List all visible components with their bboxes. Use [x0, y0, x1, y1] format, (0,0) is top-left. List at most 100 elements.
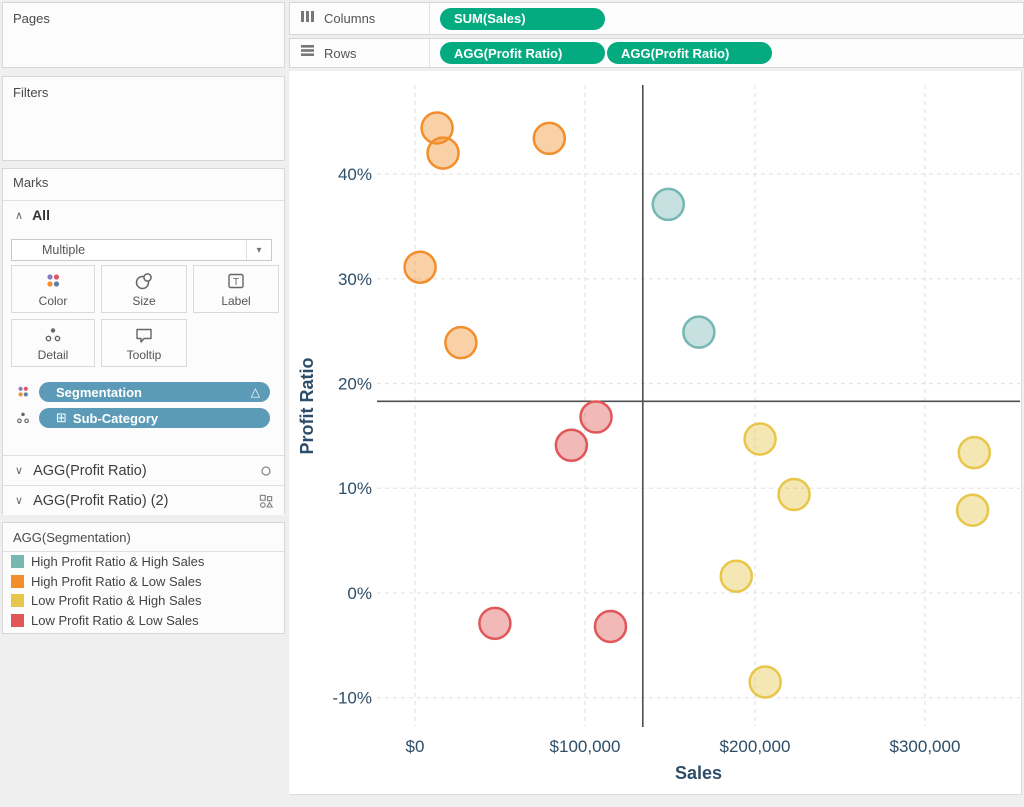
field-pill[interactable]: AGG(Profit Ratio)	[440, 42, 605, 64]
pages-label: Pages	[3, 3, 284, 26]
field-pill[interactable]: AGG(Profit Ratio)	[607, 42, 772, 64]
data-point[interactable]	[405, 252, 436, 283]
legend-swatch	[11, 555, 24, 568]
color-button[interactable]: Color	[11, 265, 95, 313]
label-icon: T	[226, 271, 246, 291]
x-tick-label: $100,000	[550, 737, 621, 756]
detail-icon	[15, 410, 31, 426]
data-point[interactable]	[595, 611, 626, 642]
legend-swatch	[11, 575, 24, 588]
marks-card-title: All	[32, 207, 50, 223]
data-point[interactable]	[479, 608, 510, 639]
mark-pill-row: Segmentation△	[3, 379, 284, 405]
data-point[interactable]	[745, 423, 776, 454]
data-point[interactable]	[683, 317, 714, 348]
mark-type-value: Multiple	[12, 243, 246, 257]
label-button[interactable]: T Label	[193, 265, 279, 313]
x-tick-label: $200,000	[720, 737, 791, 756]
delta-icon: △	[251, 385, 260, 399]
collapsed-card-label: AGG(Profit Ratio) (2)	[33, 493, 248, 509]
divider	[3, 200, 284, 201]
marks-card: Marks ∧ All Multiple ▾ Color Size T Label De…	[2, 168, 285, 514]
tooltip-button[interactable]: Tooltip	[101, 319, 187, 367]
marks-label: Marks	[3, 169, 284, 190]
data-point[interactable]	[957, 495, 988, 526]
button-label: Size	[132, 294, 155, 308]
filters-shelf[interactable]: Filters	[2, 76, 285, 161]
data-point[interactable]	[721, 561, 752, 592]
data-point[interactable]	[750, 666, 781, 697]
legend-item[interactable]: Low Profit Ratio & High Sales	[3, 591, 284, 611]
y-axis-title[interactable]: Profit Ratio	[297, 357, 317, 454]
button-label: Label	[221, 294, 250, 308]
collapsed-mark-cards: ∨ AGG(Profit Ratio) ∨ AGG(Profit Ratio) (2)	[3, 455, 284, 515]
legend-swatch	[11, 594, 24, 607]
filters-label: Filters	[3, 77, 284, 100]
data-point[interactable]	[959, 437, 990, 468]
y-tick-label: 20%	[338, 374, 372, 393]
rows-pills: AGG(Profit Ratio)AGG(Profit Ratio)	[440, 42, 772, 64]
collapsed-mark-card[interactable]: ∨ AGG(Profit Ratio) (2)	[3, 485, 284, 515]
data-point[interactable]	[581, 401, 612, 432]
button-label: Detail	[38, 348, 69, 362]
rows-shelf[interactable]: Rows AGG(Profit Ratio)AGG(Profit Ratio)	[289, 38, 1024, 68]
y-tick-label: 40%	[338, 165, 372, 184]
legend-swatch	[11, 614, 24, 627]
chevron-down-icon[interactable]: ▾	[246, 240, 271, 260]
rows-label: Rows	[324, 46, 429, 61]
color-legend: AGG(Segmentation) High Profit Ratio & Hi…	[2, 522, 285, 634]
divider	[429, 3, 430, 34]
scatter-svg: 40%30%20%10%0%-10%$0$100,000$200,000$300…	[289, 71, 1022, 795]
columns-shelf[interactable]: Columns SUM(Sales)	[289, 2, 1024, 35]
tooltip-icon	[134, 325, 154, 345]
x-tick-label: $300,000	[890, 737, 961, 756]
pages-shelf[interactable]: Pages	[2, 2, 285, 68]
expand-caret-icon[interactable]: ∨	[15, 464, 23, 477]
pill-label: Segmentation	[56, 385, 251, 400]
rows-icon	[300, 44, 316, 62]
collapse-caret-icon: ∧	[15, 209, 23, 222]
shape-mark-icon	[258, 493, 274, 509]
expand-caret-icon[interactable]: ∨	[15, 494, 23, 507]
pill-label: Sub-Category	[73, 411, 260, 426]
svg-text:T: T	[233, 277, 239, 288]
divider	[429, 39, 430, 67]
button-label: Tooltip	[127, 348, 162, 362]
legend-item[interactable]: Low Profit Ratio & Low Sales	[3, 611, 284, 631]
data-point[interactable]	[428, 138, 459, 169]
pill-segmentation[interactable]: Segmentation△	[39, 382, 270, 402]
detail-icon	[43, 325, 63, 345]
mark-pill-row: ⊞ Sub-Category	[3, 405, 284, 431]
y-tick-label: 0%	[347, 584, 372, 603]
y-tick-label: 30%	[338, 270, 372, 289]
legend-label: Low Profit Ratio & Low Sales	[31, 613, 199, 628]
legend-item[interactable]: High Profit Ratio & Low Sales	[3, 572, 284, 592]
collapsed-card-label: AGG(Profit Ratio)	[33, 463, 248, 479]
mark-type-dropdown[interactable]: Multiple ▾	[11, 239, 272, 261]
x-axis-title[interactable]: Sales	[675, 763, 722, 783]
data-point[interactable]	[445, 327, 476, 358]
data-point[interactable]	[556, 430, 587, 461]
pill-sub-category[interactable]: ⊞ Sub-Category	[39, 408, 270, 428]
data-point[interactable]	[653, 189, 684, 220]
marks-pills: Segmentation△ ⊞ Sub-Category	[3, 379, 284, 431]
x-tick-label: $0	[406, 737, 425, 756]
legend-title: AGG(Segmentation)	[3, 523, 284, 552]
columns-label: Columns	[324, 11, 429, 26]
legend-label: High Profit Ratio & Low Sales	[31, 574, 202, 589]
detail-button[interactable]: Detail	[11, 319, 95, 367]
data-point[interactable]	[779, 479, 810, 510]
y-tick-label: -10%	[332, 689, 372, 708]
legend-item[interactable]: High Profit Ratio & High Sales	[3, 552, 284, 572]
legend-items: High Profit Ratio & High Sales High Profi…	[3, 552, 284, 630]
data-point[interactable]	[534, 123, 565, 154]
marks-card-all-header[interactable]: ∧ All	[15, 207, 50, 223]
field-pill[interactable]: SUM(Sales)	[440, 8, 605, 30]
size-icon	[134, 271, 154, 291]
size-button[interactable]: Size	[101, 265, 187, 313]
collapsed-mark-card[interactable]: ∨ AGG(Profit Ratio)	[3, 455, 284, 485]
circle-mark-icon	[258, 463, 274, 479]
expand-plus-icon[interactable]: ⊞	[56, 410, 67, 426]
color-icon	[15, 384, 31, 400]
scatter-plot-view: 40%30%20%10%0%-10%$0$100,000$200,000$300…	[289, 71, 1022, 795]
